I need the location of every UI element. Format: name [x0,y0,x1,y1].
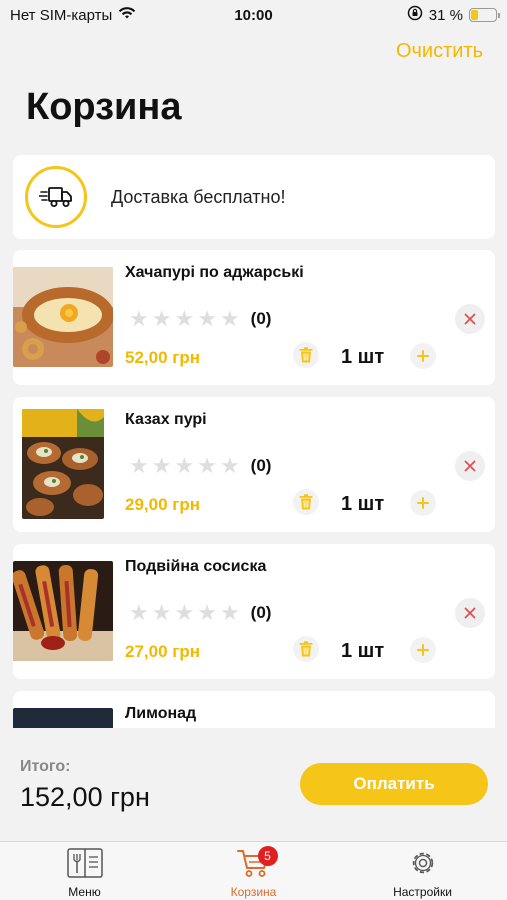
increase-button[interactable] [410,637,436,663]
star-icon[interactable]: ★ [174,308,194,330]
close-icon [464,313,476,325]
tab-cart[interactable]: 5 Корзина [169,842,338,900]
product-name: Казах пурі [125,411,207,428]
rating-count: (0) [250,603,272,622]
star-icon[interactable]: ★ [197,308,217,330]
cart-item[interactable]: Казах пурі ★ ★ ★ ★ ★ (0) 29,00 грн 1 шт [13,397,495,532]
rating-stars[interactable]: ★ ★ ★ ★ ★ (0) [129,455,271,477]
star-icon[interactable]: ★ [129,455,149,477]
carrier-label: Нет SIM-карты [10,6,113,24]
star-icon[interactable]: ★ [220,602,240,624]
close-icon [464,607,476,619]
menu-book-icon [66,848,103,883]
quantity-value: 1 шт [341,640,385,662]
tab-label: Меню [68,885,101,899]
star-icon[interactable]: ★ [152,455,172,477]
star-icon[interactable]: ★ [152,308,172,330]
trash-icon [299,494,313,510]
remove-item-button[interactable] [455,451,485,481]
close-icon [464,460,476,472]
product-price: 52,00 грн [125,348,200,367]
tab-settings[interactable]: Настройки [338,842,507,900]
star-icon[interactable]: ★ [174,602,194,624]
product-image-lemonade [13,708,113,728]
product-price: 27,00 грн [125,642,200,661]
delivery-text: Доставка бесплатно! [111,186,286,207]
decrease-trash-button[interactable] [293,489,319,515]
tab-bar: Меню 5 Корзина Настройки [0,841,507,900]
clear-cart-button[interactable]: Очистить [396,40,483,63]
total-value: 152,00 грн [20,782,150,812]
rating-stars[interactable]: ★ ★ ★ ★ ★ (0) [129,308,271,330]
decrease-trash-button[interactable] [293,636,319,662]
cart-list[interactable]: Хачапурі по аджарські ★ ★ ★ ★ ★ (0) 52,0… [0,250,507,728]
product-name: Лимонад [125,705,197,722]
product-image-khachapuri [13,267,113,367]
product-image-kazakh-puri [22,409,104,519]
gear-icon [407,848,439,883]
star-icon[interactable]: ★ [129,308,149,330]
increase-button[interactable] [410,490,436,516]
status-left: Нет SIM-карты [10,6,136,24]
product-name: Хачапурі по аджарські [125,264,304,281]
delivery-card: Доставка бесплатно! [13,155,495,239]
battery-icon [469,8,500,22]
star-icon[interactable]: ★ [174,455,194,477]
plus-icon [417,350,429,362]
delivery-truck-icon [25,166,87,228]
wifi-icon [118,6,136,24]
product-image-double-sausage [13,561,113,661]
trash-icon [299,347,313,363]
page-title: Корзина [26,86,182,128]
star-icon[interactable]: ★ [197,602,217,624]
product-name: Подвійна сосиска [125,558,267,575]
status-right: 31 % [407,5,500,25]
rating-count: (0) [250,309,272,328]
increase-button[interactable] [410,343,436,369]
product-price: 29,00 грн [125,495,200,514]
star-icon[interactable]: ★ [220,455,240,477]
cart-item[interactable]: Лимонад [13,691,495,728]
pay-button[interactable]: Оплатить [300,763,488,805]
star-icon[interactable]: ★ [220,308,240,330]
cart-item[interactable]: Подвійна сосиска ★ ★ ★ ★ ★ (0) 27,00 грн… [13,544,495,679]
star-icon[interactable]: ★ [152,602,172,624]
remove-item-button[interactable] [455,304,485,334]
star-icon[interactable]: ★ [129,602,149,624]
cart-count-badge: 5 [257,846,278,866]
rating-count: (0) [250,456,272,475]
rating-stars[interactable]: ★ ★ ★ ★ ★ (0) [129,602,271,624]
tab-label: Корзина [230,885,277,899]
quantity-value: 1 шт [341,346,385,368]
battery-level [471,10,479,20]
status-bar: Нет SIM-карты 10:00 31 % [0,0,507,30]
plus-icon [417,497,429,509]
orientation-lock-icon [407,5,423,25]
trash-icon [299,641,313,657]
remove-item-button[interactable] [455,598,485,628]
quantity-value: 1 шт [341,493,385,515]
plus-icon [417,644,429,656]
decrease-trash-button[interactable] [293,342,319,368]
cart-item[interactable]: Хачапурі по аджарські ★ ★ ★ ★ ★ (0) 52,0… [13,250,495,385]
tab-menu[interactable]: Меню [0,842,169,900]
tab-label: Настройки [393,885,452,899]
battery-percent: 31 % [428,6,463,24]
total-label: Итого: [20,758,71,775]
star-icon[interactable]: ★ [197,455,217,477]
